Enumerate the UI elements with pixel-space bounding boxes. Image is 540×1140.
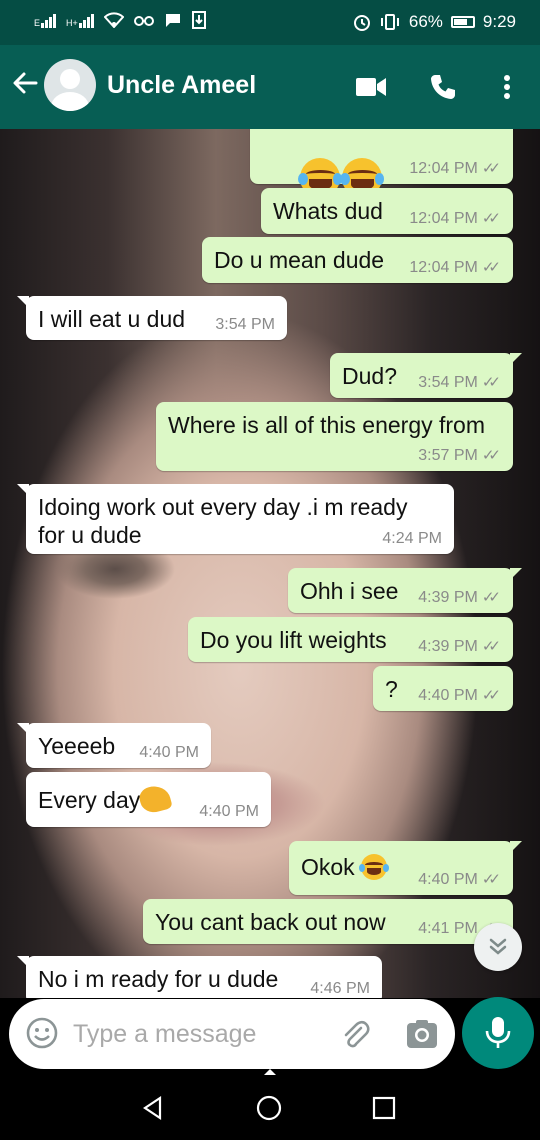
double-chevron-down-icon bbox=[489, 938, 507, 955]
joy-emoji-icon bbox=[359, 854, 390, 880]
read-ticks-icon: ✓✓ bbox=[481, 374, 501, 391]
message-incoming[interactable]: I will eat u dud 3:54 PM bbox=[17, 296, 287, 340]
message-outgoing[interactable]: Okok 4:40 PM ✓✓ bbox=[289, 841, 522, 895]
message-text: Where is all of this energy from bbox=[168, 412, 486, 438]
message-time: 4:41 PM bbox=[418, 920, 478, 937]
battery-icon bbox=[450, 16, 475, 28]
message-text: Idoing work out every day .i m ready for… bbox=[38, 494, 408, 548]
message-input[interactable] bbox=[73, 1015, 323, 1053]
scroll-to-bottom-button[interactable] bbox=[474, 923, 522, 971]
message-time: 4:24 PM bbox=[382, 530, 442, 547]
clock: 9:29 bbox=[482, 12, 516, 31]
message-time: 3:54 PM bbox=[215, 316, 275, 333]
message-time: 4:40 PM bbox=[199, 803, 259, 820]
signal-icon-2: H+ bbox=[66, 12, 94, 28]
mic-button[interactable] bbox=[462, 997, 534, 1069]
avatar[interactable] bbox=[44, 59, 96, 111]
message-time: 12:04 PM bbox=[409, 160, 478, 177]
message-incoming[interactable]: Yeeeeb 4:40 PM bbox=[17, 723, 211, 768]
battery-percent: 66% bbox=[408, 12, 443, 31]
message-outgoing[interactable]: Do you lift weights 4:39 PM ✓✓ bbox=[188, 617, 513, 662]
chat-area[interactable]: 12:04 PM ✓✓ Whats dud 12:04 PM ✓✓ Do u mea… bbox=[0, 129, 540, 998]
read-ticks-icon: ✓✓ bbox=[481, 871, 501, 888]
vibrate-icon bbox=[380, 14, 399, 30]
read-ticks-icon: ✓✓ bbox=[481, 259, 501, 276]
message-time: 4:40 PM bbox=[418, 871, 478, 888]
read-ticks-icon: ✓✓ bbox=[481, 687, 501, 704]
signal-icon-1: E bbox=[34, 12, 57, 28]
message-composer bbox=[9, 999, 455, 1069]
chat-notification-icon bbox=[165, 14, 180, 27]
message-time: 12:04 PM bbox=[409, 210, 478, 227]
phone-icon[interactable] bbox=[425, 69, 461, 105]
message-time: 4:40 PM bbox=[418, 687, 478, 704]
read-ticks-icon: ✓✓ bbox=[481, 447, 501, 464]
message-outgoing[interactable]: Whats dud 12:04 PM ✓✓ bbox=[261, 188, 513, 234]
message-outgoing[interactable]: 12:04 PM ✓✓ bbox=[250, 129, 513, 198]
message-time: 3:54 PM bbox=[418, 374, 478, 391]
message-incoming[interactable]: Idoing work out every day .i m ready for… bbox=[17, 484, 454, 554]
read-ticks-icon: ✓✓ bbox=[481, 160, 501, 177]
message-outgoing[interactable]: Ohh i see 4:39 PM ✓✓ bbox=[288, 568, 522, 613]
message-time: 4:46 PM bbox=[310, 980, 370, 997]
back-arrow-icon[interactable] bbox=[8, 67, 42, 107]
status-left: E H+ bbox=[34, 11, 206, 29]
network-type-label: H+ bbox=[66, 18, 78, 28]
status-right: 66% 9:29 bbox=[353, 12, 516, 32]
camera-icon[interactable] bbox=[405, 1017, 439, 1051]
message-time: 3:57 PM bbox=[418, 447, 478, 464]
message-text: Every day bbox=[38, 787, 141, 813]
message-outgoing[interactable]: Do u mean dude 12:04 PM ✓✓ bbox=[202, 237, 513, 283]
message-outgoing[interactable]: You cant back out now 4:41 PM✓✓ bbox=[143, 899, 513, 944]
emoji-icon[interactable] bbox=[25, 1016, 59, 1050]
contact-name[interactable]: Uncle Ameel bbox=[107, 71, 256, 100]
read-ticks-icon: ✓✓ bbox=[481, 589, 501, 606]
message-incoming[interactable]: Every day 4:40 PM bbox=[26, 772, 271, 827]
message-incoming[interactable]: No i m ready for u dude 4:46 PM bbox=[17, 956, 382, 998]
system-navigation-bar bbox=[0, 1069, 540, 1140]
message-outgoing[interactable]: Dud? 3:54 PM ✓✓ bbox=[330, 353, 522, 398]
message-time: 4:40 PM bbox=[139, 744, 199, 761]
more-vert-icon[interactable] bbox=[489, 69, 525, 105]
recents-square-icon[interactable] bbox=[368, 1092, 400, 1124]
swipe-indicator bbox=[264, 1069, 276, 1075]
status-bar: E H+ 66% 9:29 bbox=[0, 0, 540, 45]
message-time: 4:39 PM bbox=[418, 589, 478, 606]
read-ticks-icon: ✓✓ bbox=[481, 638, 501, 655]
message-outgoing[interactable]: Where is all of this energy from 3:57 PM… bbox=[156, 402, 513, 471]
attach-icon[interactable] bbox=[337, 1016, 373, 1052]
alarm-icon bbox=[353, 15, 370, 31]
wifi-icon bbox=[103, 12, 124, 28]
network-type-label: E bbox=[34, 18, 41, 28]
home-circle-icon[interactable] bbox=[253, 1092, 285, 1124]
message-time: 4:39 PM bbox=[418, 638, 478, 655]
chat-header: Uncle Ameel bbox=[0, 45, 540, 129]
read-ticks-icon: ✓✓ bbox=[481, 210, 501, 227]
download-notification-icon bbox=[191, 11, 206, 29]
message-text: Okok bbox=[301, 854, 355, 880]
flexed-biceps-emoji-icon bbox=[137, 782, 174, 816]
back-triangle-icon[interactable] bbox=[137, 1092, 169, 1124]
message-outgoing[interactable]: ? 4:40 PM ✓✓ bbox=[373, 666, 513, 711]
mic-icon bbox=[485, 1017, 511, 1048]
video-call-icon[interactable] bbox=[353, 69, 389, 105]
message-time: 12:04 PM bbox=[409, 259, 478, 276]
glasses-icon bbox=[133, 16, 154, 26]
